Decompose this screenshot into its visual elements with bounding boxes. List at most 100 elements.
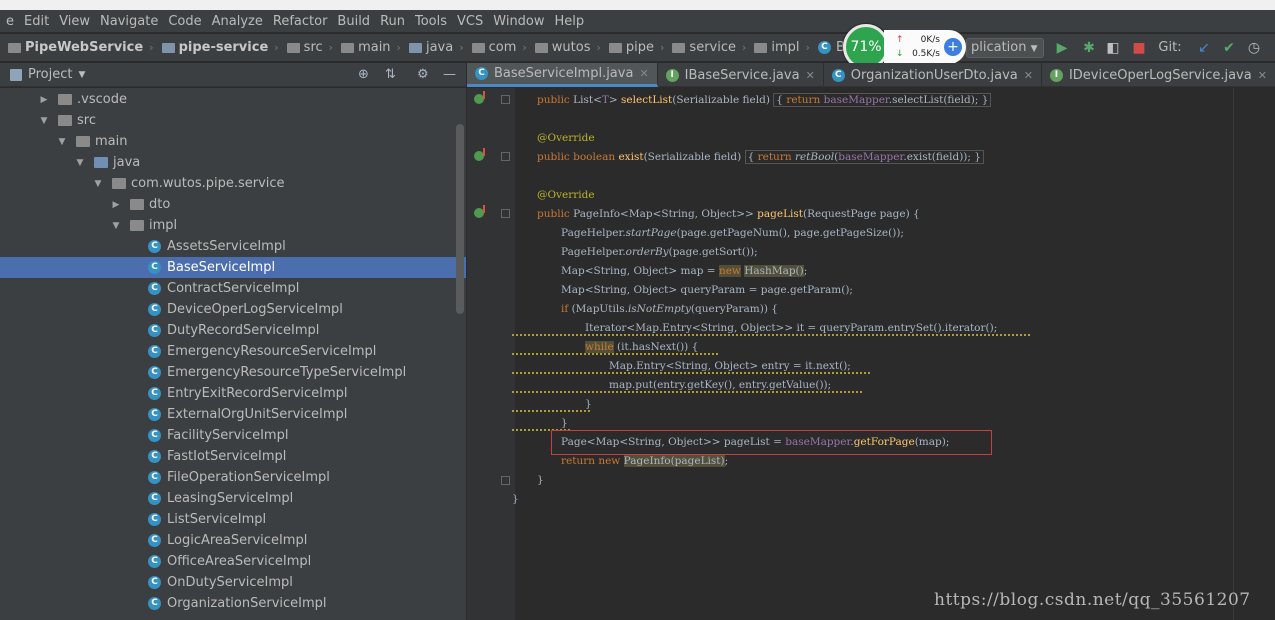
tree-item-class[interactable]: C DeviceOperLogServiceImpl [0, 299, 466, 320]
project-tree: ▶ .vscode ▼ src ▼ main ▼ java ▼ com.wutos.pipe.se… [0, 88, 466, 620]
fold-toggle-icon[interactable] [501, 152, 510, 161]
breadcrumb-item[interactable]: impl › [746, 40, 810, 55]
expand-down-icon[interactable]: ▼ [92, 179, 104, 189]
locate-icon[interactable]: ⊕ [358, 67, 369, 82]
tree-item-label: DutyRecordServiceImpl [167, 323, 320, 338]
breadcrumb-item[interactable]: java › [401, 40, 464, 55]
tree-item-class[interactable]: C FileOperationServiceImpl [0, 467, 466, 488]
chevron-down-icon[interactable]: ▼ [78, 70, 85, 80]
class-icon: C [148, 576, 161, 589]
menu-navigate[interactable]: Navigate [96, 14, 164, 29]
tree-item-class[interactable]: C FacilityServiceImpl [0, 425, 466, 446]
tree-item-class[interactable]: C OrganizationServiceImpl [0, 593, 466, 614]
collapse-icon[interactable]: ⇅ [385, 67, 396, 82]
class-icon: C [148, 261, 161, 274]
coverage-icon[interactable]: ◧ [1104, 38, 1122, 58]
tree-item-class[interactable]: C LogicAreaServiceImpl [0, 530, 466, 551]
editor-tab[interactable]: I IDeviceOperLogService.java ✕ [1042, 63, 1275, 87]
menu-help[interactable]: Help [551, 14, 591, 29]
tree-item-class[interactable]: C EmergencyResourceTypeServiceImpl [0, 362, 466, 383]
tree-item-label: FastIotServiceImpl [167, 449, 287, 464]
folder-icon [286, 42, 300, 53]
tree-item-class[interactable]: C ListServiceImpl [0, 509, 466, 530]
editor-tab[interactable]: C BaseServiceImpl.java ✕ [467, 63, 658, 87]
menu-tools[interactable]: Tools [411, 14, 453, 29]
menu-edit[interactable]: Edit [20, 14, 55, 29]
breadcrumb-label: impl [771, 40, 800, 55]
expand-right-icon[interactable]: ▶ [38, 95, 50, 105]
warning-underline [512, 353, 718, 355]
breadcrumb-item[interactable]: main › [333, 40, 401, 55]
tree-item-class[interactable]: C AssetsServiceImpl [0, 236, 466, 257]
class-icon: C [148, 366, 161, 379]
vcs-history-icon[interactable]: ◷ [1245, 38, 1263, 58]
override-marker-icon[interactable] [474, 148, 485, 161]
stop-icon[interactable]: ■ [1130, 38, 1148, 58]
override-marker-icon[interactable] [474, 91, 485, 104]
network-speed-widget[interactable]: ↑ 0K/s ↓ 0.5K/s + [884, 30, 966, 64]
tree-item-class[interactable]: C OnDutyServiceImpl [0, 572, 466, 593]
expand-down-icon[interactable]: ▼ [56, 137, 68, 147]
menu-view[interactable]: View [55, 14, 96, 29]
hide-icon[interactable]: — [443, 67, 456, 82]
run-configuration-select[interactable]: plication ▼ [966, 38, 1044, 58]
code-line: PageHelper.orderBy(page.getSort()); [561, 246, 758, 258]
tree-item-class[interactable]: C OfficeAreaServiceImpl [0, 551, 466, 572]
close-icon[interactable]: ✕ [1024, 69, 1033, 82]
editor-tab[interactable]: C OrganizationUserDto.java ✕ [824, 63, 1042, 87]
breadcrumb-item[interactable]: PipeWebService › [0, 40, 154, 55]
override-marker-icon[interactable] [474, 205, 485, 218]
vcs-commit-icon[interactable]: ✔ [1220, 38, 1238, 58]
tree-item-class[interactable]: C EntryExitRecordServiceImpl [0, 383, 466, 404]
menu-e[interactable]: e [2, 14, 20, 29]
tree-item-class[interactable]: C EmergencyResourceServiceImpl [0, 341, 466, 362]
run-icon[interactable]: ▶ [1053, 38, 1071, 58]
expand-right-icon[interactable]: ▶ [110, 200, 122, 210]
breadcrumb-item[interactable]: wutos › [527, 40, 601, 55]
menu-vcs[interactable]: VCS [453, 14, 489, 29]
fold-toggle-icon[interactable] [501, 209, 510, 218]
tree-item-class[interactable]: C ContractServiceImpl [0, 278, 466, 299]
plus-icon[interactable]: + [944, 38, 962, 56]
breadcrumb-item[interactable]: pipe-service › [154, 40, 279, 55]
tree-item-folder[interactable]: ▼ impl [0, 215, 466, 236]
tree-item-class[interactable]: C DutyRecordServiceImpl [0, 320, 466, 341]
tree-item-class[interactable]: C LeasingServiceImpl [0, 488, 466, 509]
breadcrumb-item[interactable]: service › [664, 40, 746, 55]
menu-run[interactable]: Run [376, 14, 411, 29]
tree-item-class[interactable]: C FastIotServiceImpl [0, 446, 466, 467]
breadcrumb-label: java [425, 40, 454, 55]
close-icon[interactable]: ✕ [1258, 69, 1267, 82]
project-title[interactable]: Project [28, 67, 72, 82]
breadcrumb-item[interactable]: com › [464, 40, 527, 55]
tree-item-folder[interactable]: ▼ main [0, 131, 466, 152]
tree-item-folder[interactable]: ▼ com.wutos.pipe.service [0, 173, 466, 194]
tree-item-label: dto [149, 197, 171, 212]
breadcrumb-item[interactable]: pipe › [601, 40, 664, 55]
close-icon[interactable]: ✕ [806, 69, 815, 82]
expand-down-icon[interactable]: ▼ [74, 158, 86, 168]
tree-item-folder[interactable]: ▼ java [0, 152, 466, 173]
project-scrollbar[interactable] [456, 124, 464, 314]
tree-item-folder[interactable]: ▼ src [0, 110, 466, 131]
menu-window[interactable]: Window [489, 14, 550, 29]
editor-tab[interactable]: I IBaseService.java ✕ [658, 63, 824, 87]
expand-down-icon[interactable]: ▼ [38, 116, 50, 126]
menu-build[interactable]: Build [333, 14, 376, 29]
tree-item-folder[interactable]: ▶ dto [0, 194, 466, 215]
fold-toggle-icon[interactable] [501, 95, 510, 104]
tree-item-label: EmergencyResourceTypeServiceImpl [167, 365, 407, 380]
tree-item-class[interactable]: C BaseServiceImpl [0, 257, 466, 278]
gear-icon[interactable]: ⚙ [417, 67, 429, 82]
tree-item-class[interactable]: C ExternalOrgUnitServiceImpl [0, 404, 466, 425]
menu-code[interactable]: Code [164, 14, 207, 29]
debug-icon[interactable]: ✱ [1080, 38, 1098, 58]
fold-toggle-icon[interactable] [501, 476, 510, 485]
menu-analyze[interactable]: Analyze [208, 14, 269, 29]
expand-down-icon[interactable]: ▼ [110, 221, 122, 231]
tree-item-folder[interactable]: ▶ .vscode [0, 89, 466, 110]
close-icon[interactable]: ✕ [639, 67, 648, 80]
breadcrumb-item[interactable]: src › [279, 40, 333, 55]
menu-refactor[interactable]: Refactor [269, 14, 334, 29]
vcs-update-icon[interactable]: ↙ [1195, 38, 1213, 58]
